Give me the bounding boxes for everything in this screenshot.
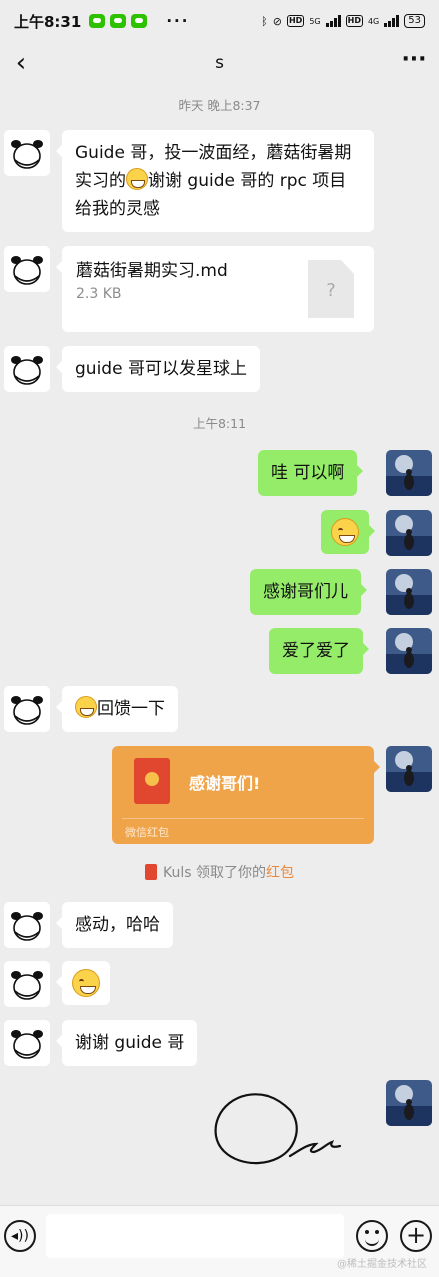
red-envelope-icon: [145, 864, 157, 880]
contact-avatar[interactable]: [4, 902, 50, 948]
grin-emoji-icon: [126, 168, 148, 190]
panda-avatar-icon: [11, 1030, 43, 1059]
message-input[interactable]: [46, 1214, 344, 1258]
chat-header: ‹ s ···: [0, 42, 439, 84]
contact-avatar[interactable]: [4, 686, 50, 732]
incoming-emoji-message[interactable]: [56, 961, 110, 1005]
panda-avatar-icon: [11, 696, 43, 725]
wechat-notification-icon: [131, 14, 148, 28]
grin-emoji-icon: [331, 518, 359, 546]
scenery-avatar-icon: [386, 510, 432, 556]
voice-icon[interactable]: ◂)): [4, 1220, 36, 1252]
signal-icon: [325, 15, 341, 27]
smirk-emoji-icon: [72, 969, 100, 997]
status-icons: ᛒ ⊘ HD 5G HD 4G 53: [261, 14, 425, 28]
mute-icon: ⊘: [272, 14, 282, 28]
incoming-message[interactable]: 谢谢 guide 哥: [55, 1020, 198, 1066]
red-envelope-icon: [134, 758, 170, 804]
system-message-text: Kuls 领取了你的: [163, 865, 266, 881]
my-avatar[interactable]: [386, 450, 432, 496]
contact-avatar[interactable]: [4, 130, 50, 176]
message-text: 回馈一下: [97, 699, 165, 719]
incoming-message[interactable]: guide 哥可以发星球上: [56, 346, 260, 392]
my-avatar[interactable]: [386, 746, 432, 792]
message-text: 谢谢 guide 哥: [75, 1033, 185, 1053]
outgoing-message[interactable]: 爱了爱了: [269, 628, 369, 674]
watermark: @稀土掘金技术社区: [337, 1259, 427, 1270]
my-avatar[interactable]: [386, 510, 432, 556]
my-avatar[interactable]: [386, 569, 432, 615]
file-icon-glyph: ?: [326, 280, 336, 301]
more-notifications-icon: ···: [166, 12, 190, 30]
panda-avatar-icon: [11, 912, 43, 941]
incoming-message[interactable]: Guide 哥，投一波面经，蘑菇街暑期实习的 谢谢 guide 哥的 rpc 项目…: [56, 130, 374, 232]
message-timestamp: 昨天 晚上8:37: [178, 98, 261, 113]
red-packet-title: 感谢哥们!: [189, 774, 261, 793]
panda-avatar-icon: [11, 140, 43, 169]
scenery-avatar-icon: [386, 450, 432, 496]
message-text: guide 哥可以发星球上: [75, 359, 247, 379]
red-packet-label: 微信红包: [125, 826, 169, 839]
plus-icon[interactable]: +: [400, 1220, 432, 1252]
message-text: 感谢哥们儿: [263, 582, 348, 602]
chevron-left-icon[interactable]: ‹: [6, 48, 36, 78]
panda-avatar-icon: [11, 971, 43, 1000]
hd-icon: HD: [345, 15, 363, 27]
message-text: 感动，哈哈: [75, 915, 160, 935]
status-time: 上午8:31: [14, 12, 82, 31]
signal-icon: [384, 15, 400, 27]
my-avatar[interactable]: [386, 1080, 432, 1126]
grin-emoji-icon: [75, 696, 97, 718]
outgoing-message[interactable]: 哇 可以啊: [258, 450, 364, 496]
wechat-notification-icon: [89, 14, 106, 28]
contact-avatar[interactable]: [4, 246, 50, 292]
emoji-icon[interactable]: [356, 1220, 388, 1252]
contact-avatar[interactable]: [4, 961, 50, 1007]
incoming-message[interactable]: 感动，哈哈: [56, 902, 173, 948]
my-avatar[interactable]: [386, 628, 432, 674]
file-message[interactable]: 蘑菇街暑期实习.md 2.3 KB ?: [56, 246, 374, 332]
red-packet-divider: [122, 818, 364, 819]
scenery-avatar-icon: [386, 569, 432, 615]
scenery-avatar-icon: [386, 628, 432, 674]
red-packet-link[interactable]: 红包: [266, 865, 294, 881]
hd-icon: HD: [286, 15, 305, 27]
panda-avatar-icon: [11, 356, 43, 385]
chat-title: s: [215, 53, 224, 73]
bluetooth-icon: ᛒ: [261, 14, 268, 28]
status-bar: 上午8:31 ··· ᛒ ⊘ HD 5G HD 4G 53: [0, 0, 439, 42]
network-5g-label: 5G: [309, 16, 321, 26]
network-4g-label: 4G: [367, 16, 380, 26]
message-text: 哇 可以啊: [271, 463, 345, 483]
hand-drawn-sticker[interactable]: [208, 1084, 354, 1174]
scenery-avatar-icon: [386, 1080, 432, 1126]
more-dots-icon[interactable]: ···: [399, 48, 429, 78]
message-timestamp: 上午8:11: [192, 416, 247, 431]
outgoing-message[interactable]: 感谢哥们儿: [250, 569, 367, 615]
contact-avatar[interactable]: [4, 1020, 50, 1066]
message-text: 爱了爱了: [282, 641, 350, 661]
incoming-message[interactable]: 回馈一下: [56, 686, 178, 732]
outgoing-emoji-message[interactable]: [321, 510, 375, 554]
wechat-notification-icon: [110, 14, 127, 28]
panda-avatar-icon: [11, 256, 43, 285]
battery-icon: 53: [404, 14, 425, 28]
contact-avatar[interactable]: [4, 346, 50, 392]
red-packet-message[interactable]: 感谢哥们! 微信红包: [112, 746, 380, 844]
scenery-avatar-icon: [386, 746, 432, 792]
system-message: Kuls 领取了你的红包: [0, 862, 439, 882]
unknown-file-icon: ?: [308, 260, 354, 318]
